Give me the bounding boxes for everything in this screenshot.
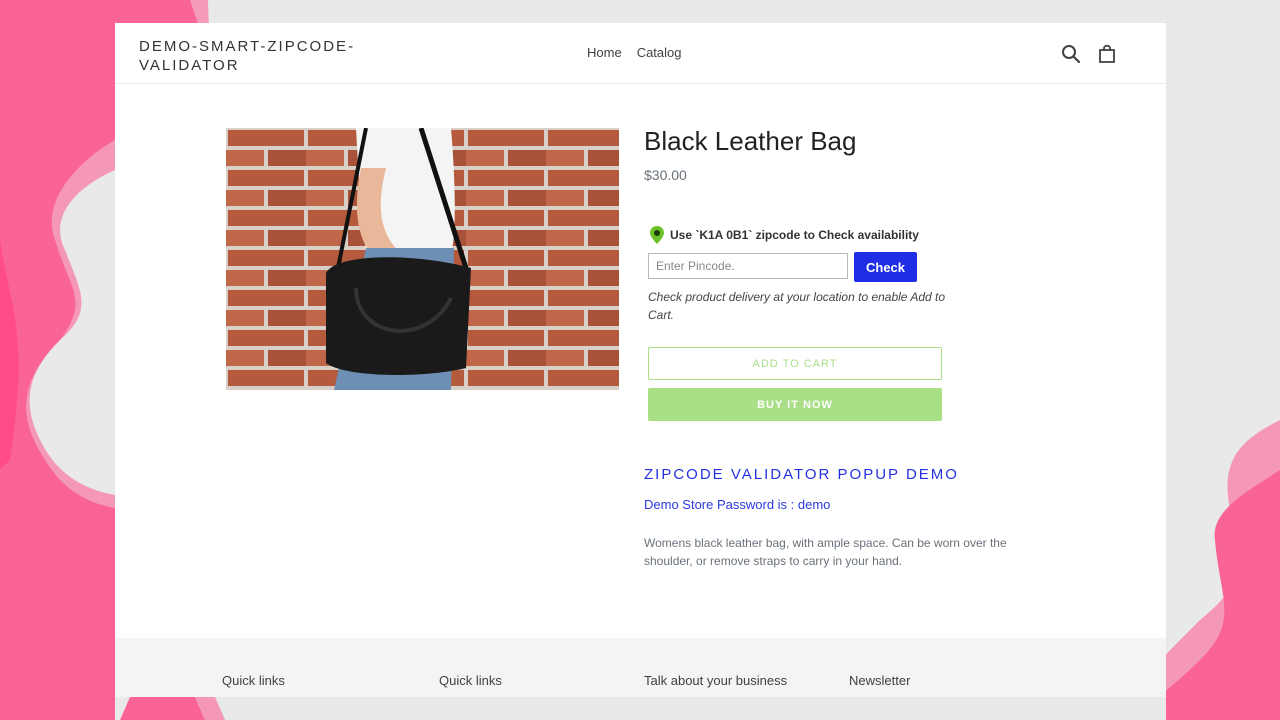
location-pin-icon <box>650 226 664 244</box>
zipcode-hint-text: Use `K1A 0B1` zipcode to Check availabil… <box>670 228 919 242</box>
zipcode-hint: Use `K1A 0B1` zipcode to Check availabil… <box>650 226 919 244</box>
store-logo[interactable]: DEMO-SMART-ZIPCODE-VALIDATOR <box>139 37 379 75</box>
product-title: Black Leather Bag <box>644 126 857 156</box>
nav-home[interactable]: Home <box>587 45 622 60</box>
add-to-cart-button[interactable]: ADD TO CART <box>648 347 942 380</box>
nav-catalog[interactable]: Catalog <box>637 45 682 60</box>
popup-demo-heading: ZIPCODE VALIDATOR POPUP DEMO <box>644 466 959 483</box>
footer-heading-newsletter: Newsletter <box>849 673 911 688</box>
search-icon[interactable] <box>1060 43 1082 65</box>
product-description: Womens black leather bag, with ample spa… <box>644 536 1007 568</box>
footer-heading-quick-links-1: Quick links <box>222 673 285 688</box>
demo-password-link[interactable]: Demo Store Password is : demo <box>644 497 830 512</box>
footer-heading-business: Talk about your business <box>644 673 788 688</box>
product-image[interactable] <box>226 128 619 390</box>
footer-heading-quick-links-2: Quick links <box>439 673 502 688</box>
pincode-input[interactable] <box>648 253 848 279</box>
cart-icon[interactable] <box>1096 43 1118 65</box>
store-page: DEMO-SMART-ZIPCODE-VALIDATOR Home Catalo… <box>115 23 1166 697</box>
delivery-note: Check product delivery at your location … <box>648 290 946 322</box>
site-header: DEMO-SMART-ZIPCODE-VALIDATOR Home Catalo… <box>115 23 1166 84</box>
product-photo <box>226 128 619 390</box>
main-nav: Home Catalog <box>587 45 682 60</box>
product-price: $30.00 <box>644 167 687 183</box>
check-button[interactable]: Check <box>854 252 917 282</box>
buy-it-now-button[interactable]: BUY IT NOW <box>648 388 942 421</box>
site-footer: Quick links Quick links Talk about your … <box>115 638 1166 697</box>
